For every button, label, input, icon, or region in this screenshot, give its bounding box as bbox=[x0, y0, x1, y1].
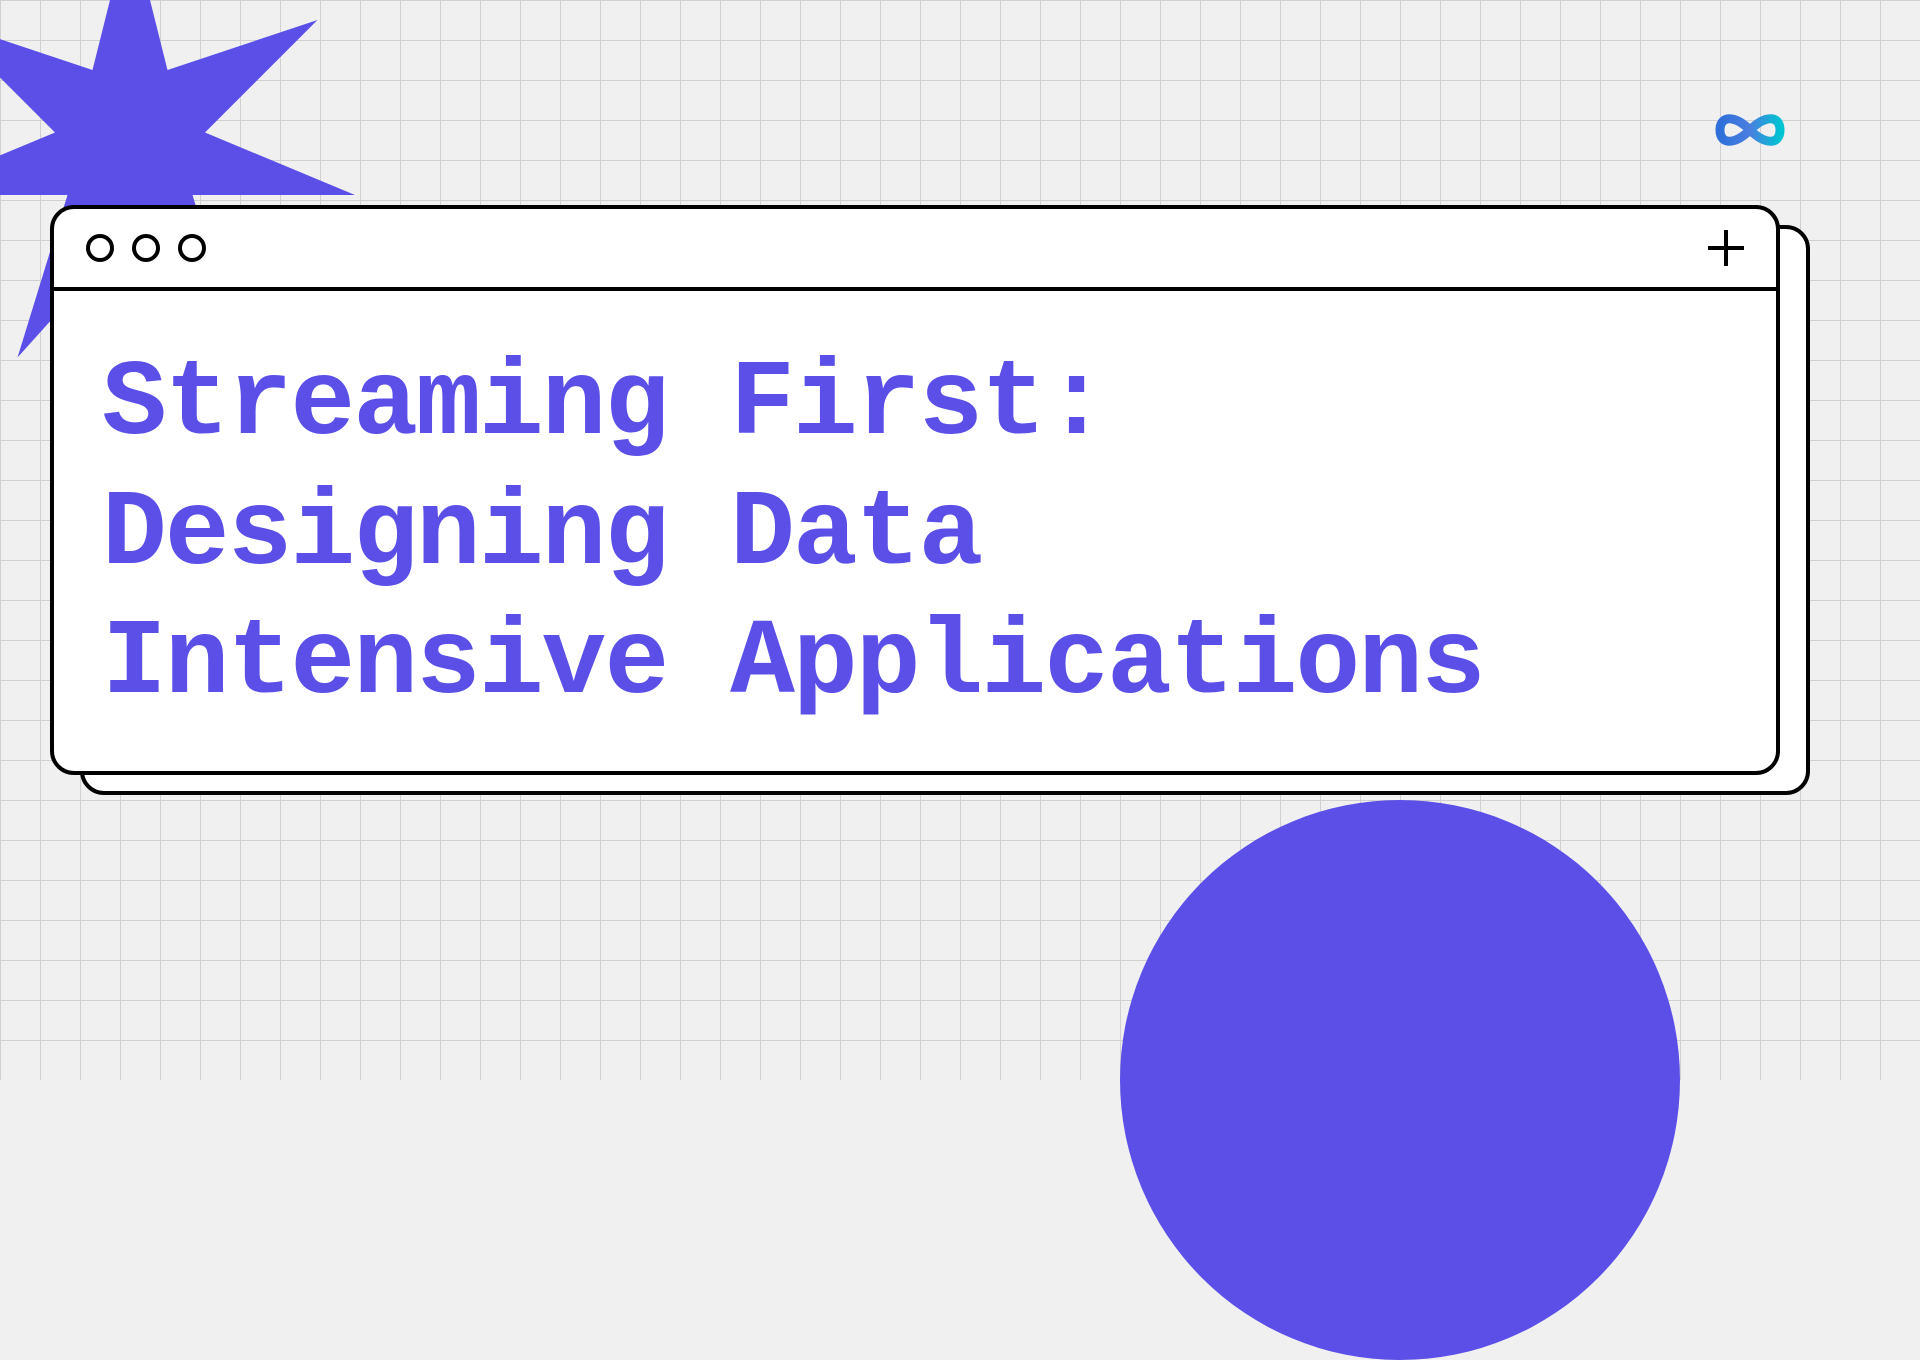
window-dot-icon bbox=[86, 234, 114, 262]
plus-icon bbox=[1708, 230, 1744, 266]
window-dot-icon bbox=[178, 234, 206, 262]
window-frame: Streaming First: Designing Data Intensiv… bbox=[50, 205, 1780, 775]
window-titlebar bbox=[54, 209, 1776, 291]
window-dot-icon bbox=[132, 234, 160, 262]
slide-title: Streaming First: Designing Data Intensiv… bbox=[102, 341, 1728, 730]
circle-decoration bbox=[1120, 800, 1680, 1360]
window-controls bbox=[86, 234, 206, 262]
brand-logo bbox=[1690, 100, 1810, 160]
window-content: Streaming First: Designing Data Intensiv… bbox=[54, 291, 1776, 775]
